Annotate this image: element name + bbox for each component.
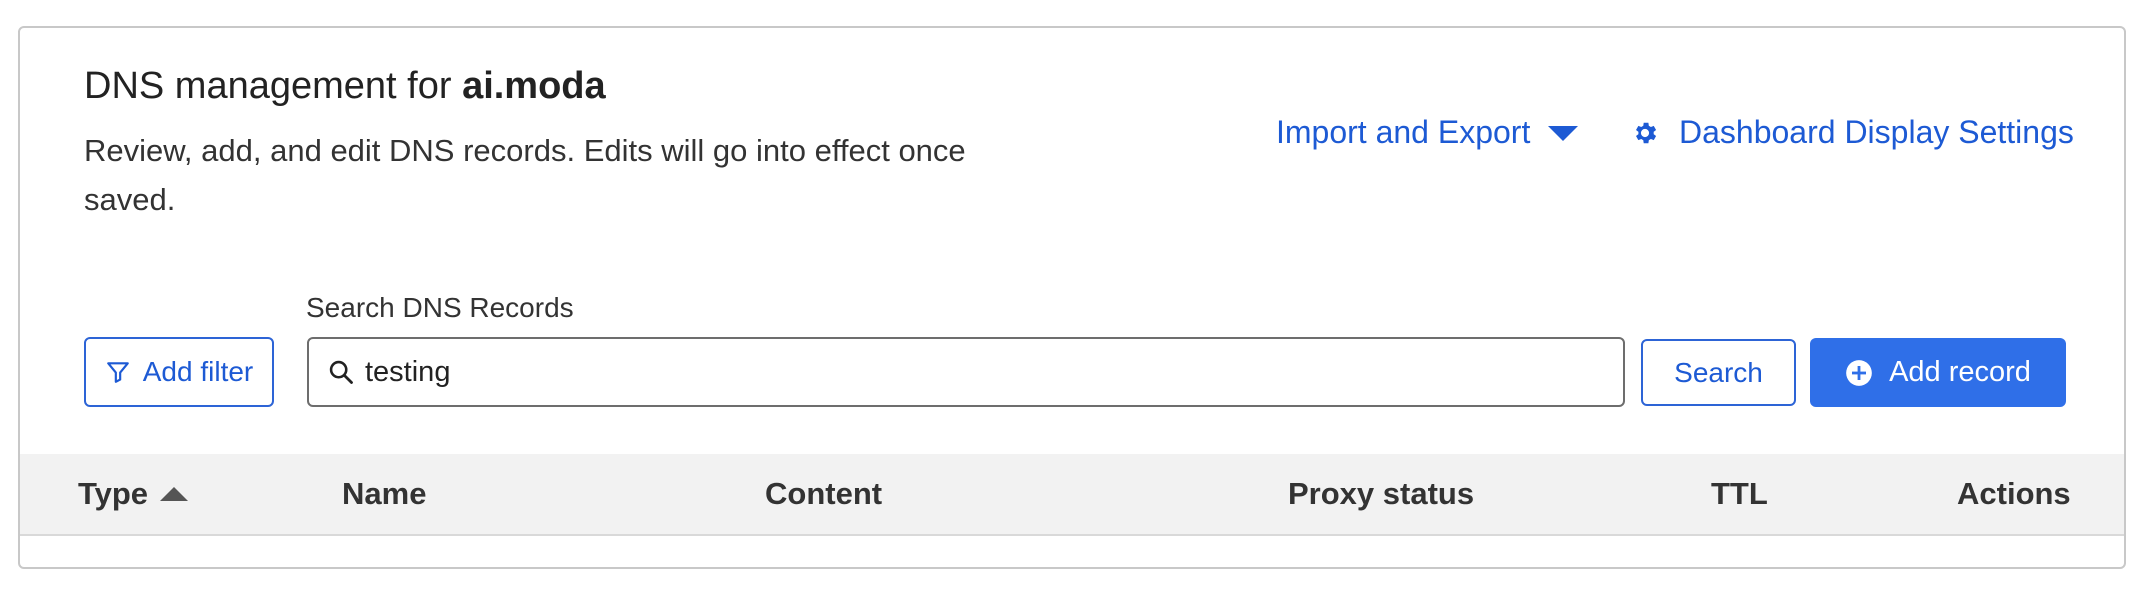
add-record-button[interactable]: Add record	[1810, 338, 2066, 407]
page-title: DNS management for ai.moda	[84, 62, 606, 110]
search-button[interactable]: Search	[1641, 339, 1796, 406]
plus-circle-icon	[1845, 359, 1873, 387]
search-input[interactable]	[365, 355, 1565, 389]
dashboard-settings-label: Dashboard Display Settings	[1679, 114, 2074, 150]
filter-icon	[105, 359, 131, 385]
add-filter-label: Add filter	[142, 356, 254, 387]
search-label: Search DNS Records	[306, 292, 574, 323]
add-filter-button[interactable]: Add filter	[84, 337, 274, 407]
column-header-type[interactable]: Type	[78, 454, 189, 534]
dns-management-card: DNS management for ai.moda Review, add, …	[18, 26, 2126, 569]
import-export-dropdown[interactable]: Import and Export	[1276, 114, 1579, 151]
caret-down-icon	[1548, 126, 1579, 141]
search-button-label: Search	[1674, 356, 1763, 388]
column-header-content: Content	[765, 476, 883, 511]
page-description: Review, add, and edit DNS records. Edits…	[84, 133, 966, 217]
column-header-name: Name	[342, 476, 427, 511]
column-header-ttl: TTL	[1711, 476, 1768, 511]
search-icon	[327, 358, 355, 386]
dashboard-display-settings-link[interactable]: Dashboard Display Settings	[1631, 114, 2074, 151]
sort-ascending-icon	[160, 487, 189, 501]
column-header-proxy-status: Proxy status	[1288, 476, 1475, 511]
gear-icon	[1631, 119, 1659, 147]
domain-name: ai.moda	[462, 65, 606, 107]
dns-table-header: Type Name Content Proxy status TTL Actio…	[20, 454, 2124, 536]
column-header-actions: Actions	[1957, 476, 2071, 511]
page-title-prefix: DNS management for	[84, 65, 463, 107]
column-type-label: Type	[78, 476, 149, 511]
add-record-label: Add record	[1889, 356, 2031, 388]
search-field[interactable]	[307, 337, 1625, 407]
import-export-label: Import and Export	[1276, 114, 1531, 150]
